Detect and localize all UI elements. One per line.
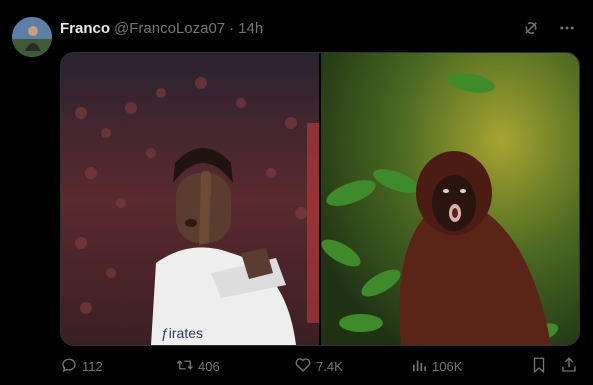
reply-icon [60, 356, 78, 377]
views-count: 106K [432, 358, 463, 374]
share-icon [560, 356, 578, 377]
share-button[interactable] [560, 356, 578, 377]
media-image-right[interactable] [321, 53, 579, 345]
author-name[interactable]: Franco [60, 20, 110, 37]
author-handle[interactable]: @FrancoLoza07 [114, 20, 225, 37]
tweet[interactable]: Franco @FrancoLoza07 · 14h ƒirates 112 4… [0, 0, 593, 385]
repost-count: 406 [198, 358, 220, 374]
avatar[interactable] [12, 17, 52, 57]
repost-button[interactable]: 406 [176, 356, 220, 377]
grok-icon[interactable] [521, 18, 541, 38]
bookmark-icon [530, 356, 548, 377]
tweet-actions: 112 406 7.4K 106K [60, 354, 580, 378]
views-button[interactable]: 106K [410, 356, 462, 377]
reply-count: 112 [82, 358, 103, 374]
repost-icon [176, 356, 194, 377]
jersey-sponsor-text: ƒirates [161, 325, 203, 341]
separator-dot: · [229, 19, 235, 37]
media-image-left[interactable]: ƒirates [61, 53, 321, 345]
like-icon [294, 356, 312, 377]
more-icon[interactable] [557, 18, 577, 38]
like-button[interactable]: 7.4K [294, 356, 343, 377]
views-icon [410, 356, 428, 377]
tweet-header: Franco @FrancoLoza07 · 14h [60, 18, 263, 38]
like-count: 7.4K [316, 358, 343, 374]
reply-button[interactable]: 112 [60, 356, 103, 377]
tweet-media[interactable]: ƒirates [60, 52, 580, 346]
bookmark-button[interactable] [530, 356, 548, 377]
tweet-time[interactable]: 14h [238, 20, 263, 37]
tweet-top-actions [521, 18, 577, 38]
